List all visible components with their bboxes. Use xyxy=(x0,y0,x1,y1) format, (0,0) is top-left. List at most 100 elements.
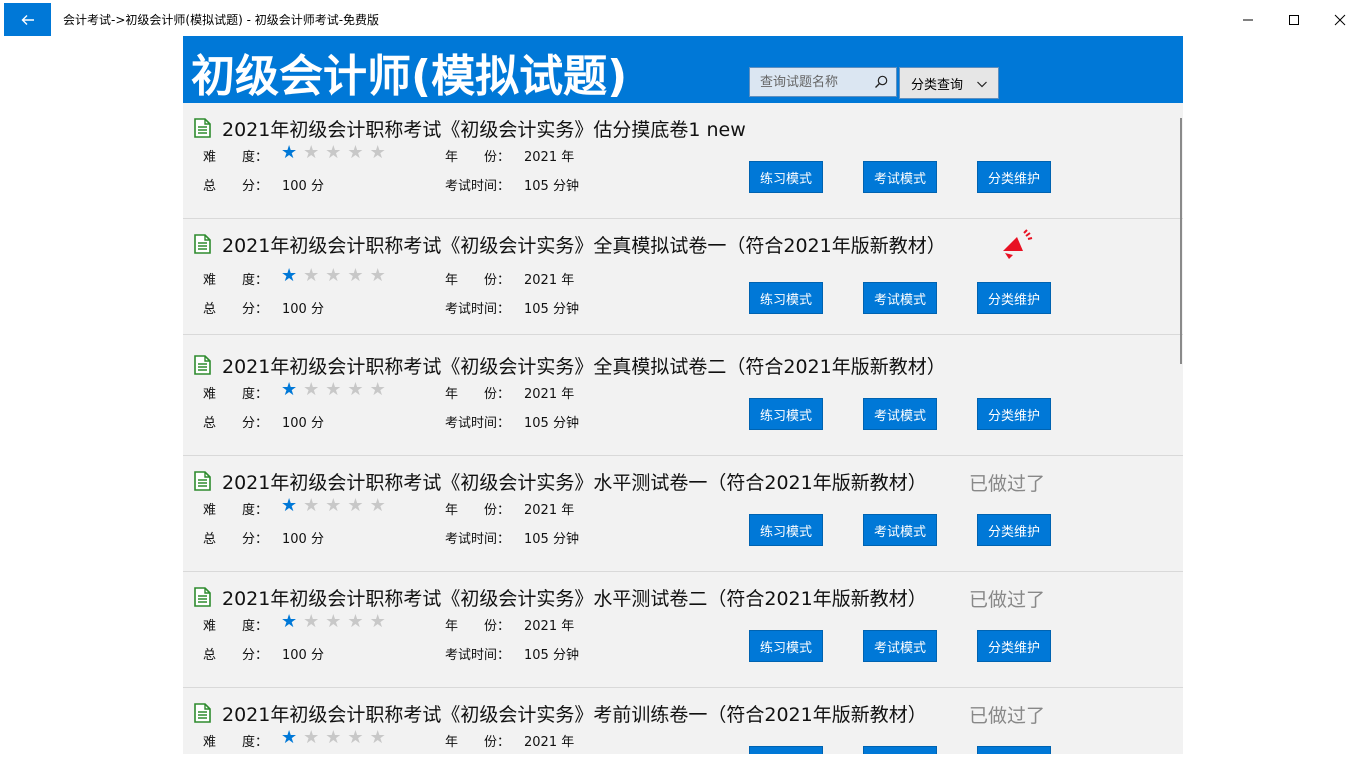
exam-mode-button[interactable]: 考试模式 xyxy=(863,161,937,193)
exam-mode-button[interactable]: 考试模式 xyxy=(863,398,937,430)
score-label: 总 分： xyxy=(203,416,269,431)
item-title: 2021年初级会计职称考试《初级会计实务》水平测试卷二（符合2021年版新教材） xyxy=(222,588,927,610)
document-icon xyxy=(194,234,211,254)
maximize-icon xyxy=(1289,15,1299,25)
practice-mode-button[interactable]: 练习模式 xyxy=(749,398,823,430)
title-bar: 会计考试->初级会计师(模拟试题) - 初级会计师考试-免费版 xyxy=(0,0,1366,40)
document-icon xyxy=(194,703,211,723)
exam-list: 2021年初级会计职称考试《初级会计实务》估分摸底卷1 new 难 度： ★ ★ ★ ★ ★… xyxy=(183,103,1183,754)
list-item[interactable]: 2021年初级会计职称考试《初级会计实务》全真模拟试卷二（符合2021年版新教材… xyxy=(183,340,1183,456)
star-icon: ★ xyxy=(347,265,364,286)
exam-mode-button[interactable]: 考试模式 xyxy=(863,282,937,314)
scrollbar[interactable] xyxy=(1180,118,1182,364)
duration-value: 105 分钟 xyxy=(524,302,579,317)
category-maintain-button[interactable]: 分类维护 xyxy=(977,398,1051,430)
difficulty-label: 难 度： xyxy=(203,387,269,402)
year-label: 年 份： xyxy=(445,387,511,402)
year-label: 年 份： xyxy=(445,150,511,165)
back-arrow-icon xyxy=(21,14,34,25)
document-icon xyxy=(194,471,211,491)
year-value: 2021 年 xyxy=(524,273,575,288)
done-tag: 已做过了 xyxy=(969,705,1046,727)
category-maintain-button[interactable]: 分类维护 xyxy=(977,630,1051,662)
star-icon: ★ xyxy=(281,142,298,163)
difficulty-stars: ★ ★ ★ ★ ★ xyxy=(281,729,386,747)
star-icon: ★ xyxy=(303,611,320,632)
back-button[interactable] xyxy=(4,3,51,36)
practice-mode-button[interactable]: 练习模式 xyxy=(749,746,823,754)
duration-label: 考试时间： xyxy=(445,532,511,547)
list-item[interactable]: 2021年初级会计职称考试《初级会计实务》水平测试卷二（符合2021年版新教材）… xyxy=(183,572,1183,688)
megaphone-icon xyxy=(997,227,1035,265)
practice-mode-button[interactable]: 练习模式 xyxy=(749,282,823,314)
close-button[interactable] xyxy=(1328,8,1352,32)
maximize-button[interactable] xyxy=(1282,8,1306,32)
document-icon xyxy=(194,587,211,607)
category-label: 分类查询 xyxy=(911,77,964,93)
chevron-down-icon xyxy=(977,81,987,88)
exam-mode-button[interactable]: 考试模式 xyxy=(863,630,937,662)
app-header: 初级会计师(模拟试题) 分类查询 xyxy=(183,36,1183,103)
item-title: 2021年初级会计职称考试《初级会计实务》估分摸底卷1 new xyxy=(222,119,746,141)
year-label: 年 份： xyxy=(445,735,511,750)
list-item[interactable]: 2021年初级会计职称考试《初级会计实务》全真模拟试卷一（符合2021年版新教材… xyxy=(183,219,1183,335)
list-item[interactable]: 2021年初级会计职称考试《初级会计实务》估分摸底卷1 new 难 度： ★ ★ ★ ★ ★… xyxy=(183,103,1183,219)
star-icon: ★ xyxy=(325,379,342,400)
category-maintain-button[interactable]: 分类维护 xyxy=(977,161,1051,193)
close-icon xyxy=(1334,14,1346,26)
year-value: 2021 年 xyxy=(524,150,575,165)
difficulty-stars: ★ ★ ★ ★ ★ xyxy=(281,144,386,162)
star-icon: ★ xyxy=(281,611,298,632)
year-value: 2021 年 xyxy=(524,387,575,402)
search-input[interactable] xyxy=(750,68,872,96)
practice-mode-button[interactable]: 练习模式 xyxy=(749,161,823,193)
duration-label: 考试时间： xyxy=(445,302,511,317)
exam-mode-button[interactable]: 考试模式 xyxy=(863,514,937,546)
star-icon: ★ xyxy=(347,727,364,748)
star-icon: ★ xyxy=(369,495,386,516)
year-label: 年 份： xyxy=(445,273,511,288)
star-icon: ★ xyxy=(303,379,320,400)
difficulty-label: 难 度： xyxy=(203,735,269,750)
score-label: 总 分： xyxy=(203,302,269,317)
score-label: 总 分： xyxy=(203,179,269,194)
year-label: 年 份： xyxy=(445,503,511,518)
list-item[interactable]: 2021年初级会计职称考试《初级会计实务》水平测试卷一（符合2021年版新教材）… xyxy=(183,456,1183,572)
window-title: 会计考试->初级会计师(模拟试题) - 初级会计师考试-免费版 xyxy=(63,13,380,27)
score-label: 总 分： xyxy=(203,532,269,547)
difficulty-stars: ★ ★ ★ ★ ★ xyxy=(281,381,386,399)
star-icon: ★ xyxy=(347,495,364,516)
score-value: 100 分 xyxy=(282,532,324,547)
list-item[interactable]: 2021年初级会计职称考试《初级会计实务》考前训练卷一（符合2021年版新教材）… xyxy=(183,688,1183,754)
duration-value: 105 分钟 xyxy=(524,179,579,194)
exam-mode-button[interactable]: 考试模式 xyxy=(863,746,937,754)
done-tag: 已做过了 xyxy=(969,589,1046,611)
search-box[interactable] xyxy=(749,67,897,97)
item-title: 2021年初级会计职称考试《初级会计实务》全真模拟试卷一（符合2021年版新教材… xyxy=(222,235,946,257)
star-icon: ★ xyxy=(281,265,298,286)
star-icon: ★ xyxy=(281,495,298,516)
duration-value: 105 分钟 xyxy=(524,532,579,547)
difficulty-label: 难 度： xyxy=(203,273,269,288)
star-icon: ★ xyxy=(303,727,320,748)
category-maintain-button[interactable]: 分类维护 xyxy=(977,746,1051,754)
category-maintain-button[interactable]: 分类维护 xyxy=(977,514,1051,546)
year-value: 2021 年 xyxy=(524,503,575,518)
star-icon: ★ xyxy=(325,495,342,516)
practice-mode-button[interactable]: 练习模式 xyxy=(749,630,823,662)
category-dropdown[interactable]: 分类查询 xyxy=(899,67,999,99)
star-icon: ★ xyxy=(369,727,386,748)
search-icon[interactable] xyxy=(874,75,888,89)
duration-value: 105 分钟 xyxy=(524,416,579,431)
difficulty-label: 难 度： xyxy=(203,503,269,518)
category-maintain-button[interactable]: 分类维护 xyxy=(977,282,1051,314)
done-tag: 已做过了 xyxy=(969,473,1046,495)
star-icon: ★ xyxy=(303,495,320,516)
star-icon: ★ xyxy=(369,379,386,400)
page-title: 初级会计师(模拟试题) xyxy=(191,51,628,102)
document-icon xyxy=(194,355,211,375)
practice-mode-button[interactable]: 练习模式 xyxy=(749,514,823,546)
star-icon: ★ xyxy=(347,611,364,632)
year-label: 年 份： xyxy=(445,619,511,634)
minimize-button[interactable] xyxy=(1236,8,1260,32)
